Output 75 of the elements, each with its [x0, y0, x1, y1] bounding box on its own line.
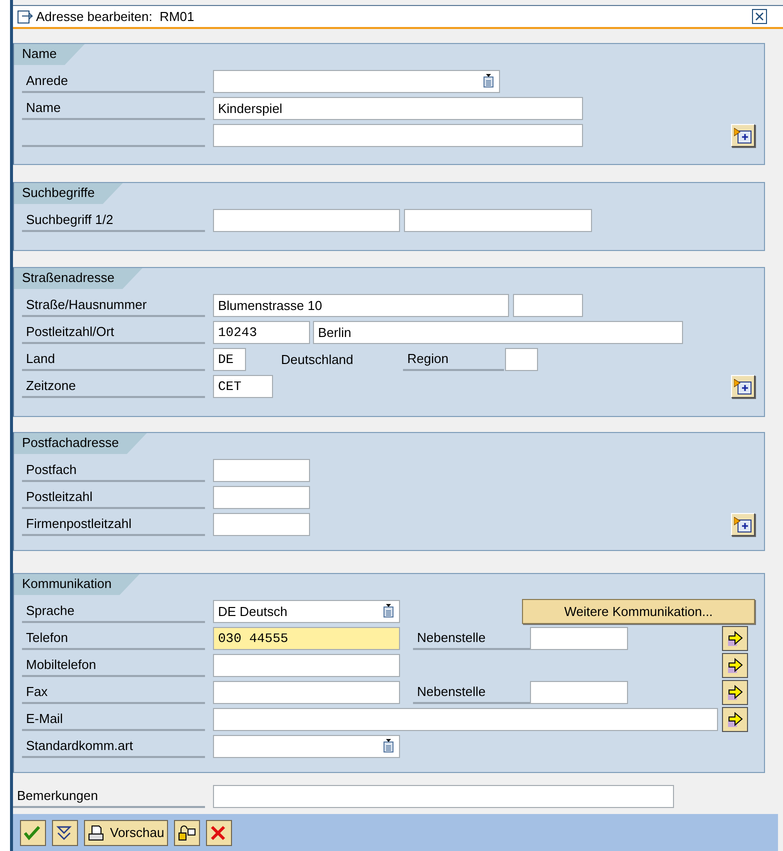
arrow-right-icon: [727, 712, 743, 728]
input-field[interactable]: 030 44555: [213, 627, 400, 650]
input-field[interactable]: [213, 209, 400, 232]
arrow-button[interactable]: [722, 680, 748, 705]
arrow-right-icon: [727, 658, 743, 674]
more-fields-button[interactable]: [731, 513, 755, 536]
window-title: Adresse bearbeiten: RM01: [36, 9, 196, 24]
field-label: Straße/Hausnummer: [22, 294, 205, 317]
input-field[interactable]: [213, 486, 310, 509]
input-field[interactable]: [513, 294, 583, 317]
edit-window-icon: [17, 10, 33, 24]
transport-button[interactable]: [174, 820, 200, 846]
input-field[interactable]: [213, 513, 310, 536]
more-fields-button[interactable]: [731, 375, 755, 398]
input-field[interactable]: DE: [213, 348, 246, 371]
field-label: Postfach: [22, 459, 205, 482]
input-field[interactable]: [213, 654, 400, 677]
arrow-right-icon: [727, 630, 743, 646]
close-icon: [755, 12, 764, 21]
field-label: Firmenpostleitzahl: [22, 513, 205, 536]
input-field[interactable]: [213, 785, 674, 808]
input-field[interactable]: [530, 627, 628, 650]
input-field[interactable]: [530, 681, 628, 704]
input-field[interactable]: [213, 708, 718, 731]
input-field[interactable]: Kinderspiel: [213, 97, 583, 120]
input-field[interactable]: CET: [213, 375, 273, 398]
field-label: Name: [22, 97, 205, 120]
field-label: Mobiltelefon: [22, 654, 205, 677]
dropdown-field[interactable]: [213, 70, 500, 93]
field-label: Land: [22, 348, 205, 371]
plus-window-icon: [734, 516, 752, 532]
confirm-button[interactable]: [20, 820, 46, 846]
field-label: Sprache: [22, 600, 205, 623]
arrow-button[interactable]: [722, 626, 748, 651]
collapse-button[interactable]: [52, 820, 78, 846]
field-label: Region: [403, 348, 504, 371]
dropdown-icon[interactable]: [383, 604, 394, 618]
field-label: Standardkomm.art: [22, 735, 205, 758]
input-field[interactable]: Blumenstrasse 10: [213, 294, 509, 317]
plus-window-icon: [734, 378, 752, 394]
field-label: Bemerkungen: [13, 785, 205, 808]
input-field[interactable]: [213, 681, 400, 704]
input-field[interactable]: 10243: [213, 321, 310, 344]
input-field[interactable]: [404, 209, 592, 232]
field-label: Postleitzahl/Ort: [22, 321, 205, 344]
close-button[interactable]: [752, 9, 767, 24]
input-field[interactable]: [213, 124, 583, 147]
dropdown-field[interactable]: [213, 735, 400, 758]
chevron-down-icon: [56, 824, 72, 840]
field-label: Zeitzone: [22, 375, 205, 398]
cancel-button[interactable]: [206, 820, 232, 846]
plus-window-icon: [734, 128, 752, 144]
dropdown-field[interactable]: DE Deutsch: [213, 600, 400, 623]
checkmark-icon: [24, 824, 40, 840]
input-field[interactable]: [213, 459, 310, 482]
dropdown-icon[interactable]: [483, 74, 494, 88]
arrow-right-icon: [727, 684, 743, 700]
arrow-button[interactable]: [722, 653, 748, 678]
field-label: Postleitzahl: [22, 486, 205, 509]
padlock-icon: [178, 824, 196, 840]
field-label: Telefon: [22, 627, 205, 650]
field-label: Fax: [22, 681, 205, 704]
input-field[interactable]: Berlin: [313, 321, 683, 344]
field-label: Suchbegriff 1/2: [22, 209, 205, 232]
field-label: Anrede: [22, 70, 205, 93]
more-communication-button[interactable]: Weitere Kommunikation...: [522, 599, 755, 624]
printer-icon: [88, 824, 104, 840]
more-fields-button[interactable]: [731, 124, 755, 147]
field-label: E-Mail: [22, 708, 205, 731]
close-icon: [210, 824, 226, 840]
country-name: Deutschland: [281, 352, 354, 367]
preview-button[interactable]: Vorschau: [84, 820, 168, 846]
dropdown-icon[interactable]: [383, 739, 394, 753]
input-field[interactable]: [505, 348, 538, 371]
arrow-button[interactable]: [722, 707, 748, 732]
